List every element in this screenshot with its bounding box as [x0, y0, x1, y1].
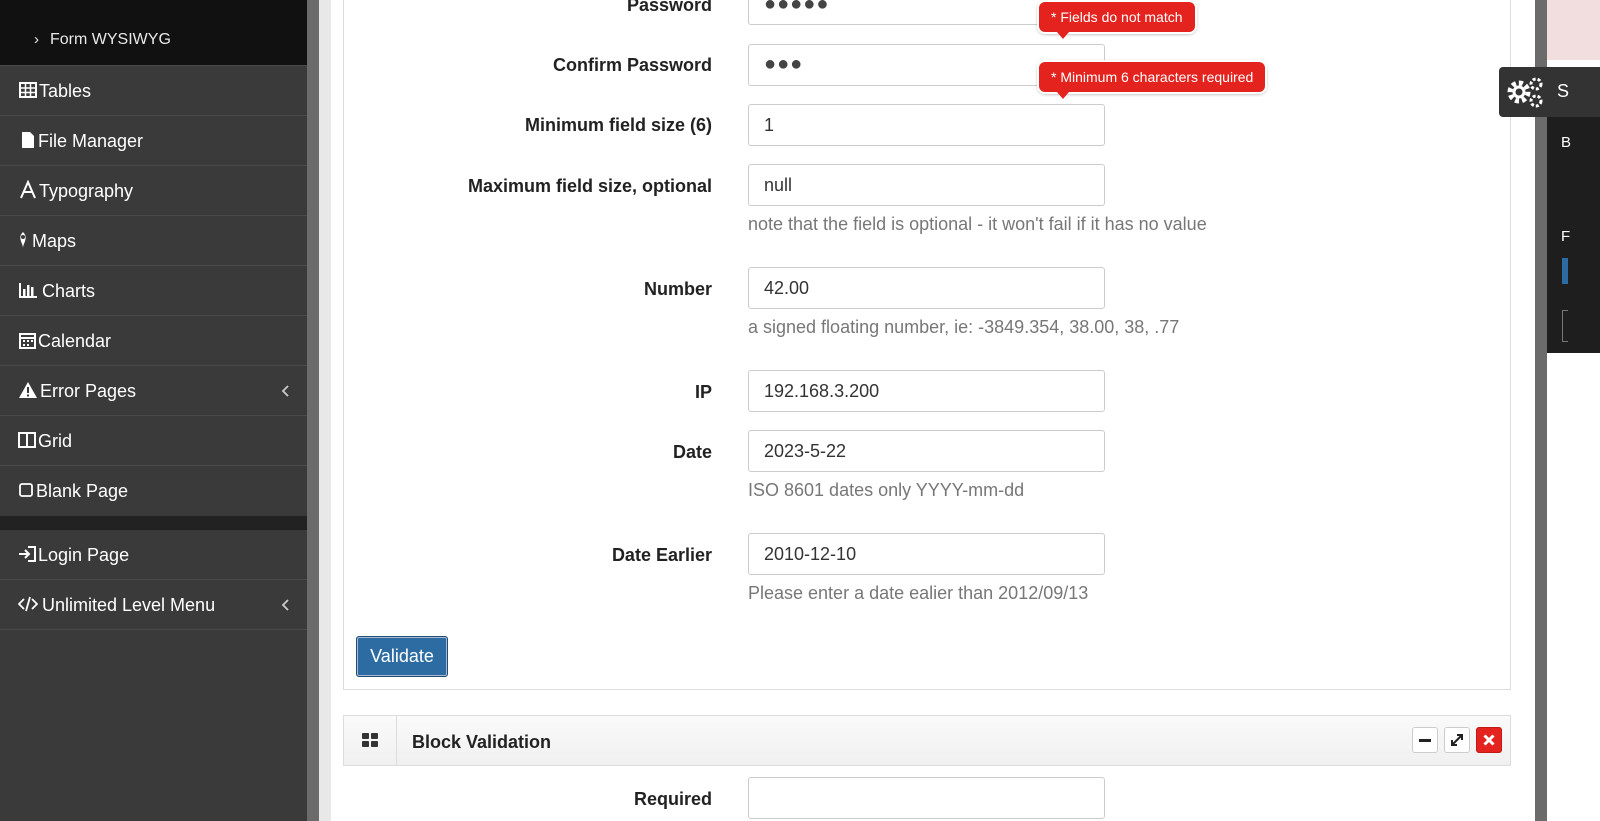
close-button[interactable]: [1476, 727, 1502, 753]
expand-button[interactable]: [1444, 727, 1470, 753]
sidebar-item-label: Typography: [39, 181, 134, 201]
widget-icon-box: [344, 716, 397, 765]
grid-icon: [362, 733, 378, 747]
sidebar-item-login-page[interactable]: Login Page: [0, 530, 307, 580]
sidebar-divider: [0, 516, 307, 530]
layout-gutter: [307, 0, 319, 821]
date-earlier-field[interactable]: [748, 533, 1105, 575]
date-help: ISO 8601 dates only YYYY-mm-dd: [748, 480, 1025, 500]
table-icon: [19, 82, 37, 98]
settings-panel-body: [1547, 117, 1600, 353]
ip-label: IP: [694, 382, 712, 402]
settings-panel-text: B: [1561, 134, 1572, 151]
chevron-right-icon: ›: [34, 31, 39, 48]
chevron-left-icon: [281, 599, 289, 611]
password-label: Password: [626, 0, 712, 15]
required-field[interactable]: [748, 777, 1105, 819]
content-gutter: [319, 0, 331, 821]
sidebar-item-calendar[interactable]: Calendar: [0, 316, 307, 366]
code-icon: [18, 596, 38, 612]
confirm-password-value: ●●●: [764, 53, 804, 75]
minimize-button[interactable]: [1412, 727, 1438, 753]
max-size-field[interactable]: [748, 164, 1105, 206]
gears-icon: [1507, 77, 1543, 108]
error-tooltip-fields-mismatch: * Fields do not match: [1039, 2, 1195, 39]
max-size-label: Maximum field size, optional: [467, 176, 712, 196]
error-message: * Fields do not match: [1051, 9, 1183, 25]
sign-in-icon: [19, 546, 36, 562]
sidebar-item-error-pages[interactable]: Error Pages: [0, 366, 307, 416]
sidebar-item-label: Calendar: [38, 331, 112, 351]
sidebar-item-label: Blank Page: [36, 481, 129, 501]
sidebar-item-typography[interactable]: Typography: [0, 166, 307, 216]
password-value: ●●●●●: [764, 0, 830, 15]
calendar-icon: [19, 333, 36, 349]
sidebar-item-unlimited-level-menu[interactable]: Unlimited Level Menu: [0, 580, 307, 630]
sidebar-item-label: Unlimited Level Menu: [42, 595, 216, 615]
sidebar-submenu: › Form WYSIWYG: [0, 0, 307, 66]
block-validation-title: Block Validation: [412, 732, 552, 752]
number-label: Number: [643, 279, 712, 299]
settings-label: S: [1557, 81, 1570, 101]
sidebar-item-label: Login Page: [38, 545, 130, 565]
number-field[interactable]: [748, 267, 1105, 309]
confirm-password-label: Confirm Password: [552, 55, 712, 75]
max-size-help: note that the field is optional - it won…: [748, 214, 1207, 234]
minus-icon: [1419, 739, 1431, 742]
settings-panel-button[interactable]: [1562, 258, 1568, 284]
sidebar-item-label: Tables: [39, 81, 92, 101]
date-field[interactable]: [748, 430, 1105, 472]
sidebar-item-label: Maps: [32, 231, 77, 251]
error-tooltip-min-chars: * Minimum 6 characters required: [1039, 62, 1266, 99]
sidebar-item-tables[interactable]: Tables: [0, 66, 307, 116]
sidebar: › Form WYSIWYG Tables File Manager Typogr…: [0, 0, 307, 821]
settings-panel-input[interactable]: [1562, 310, 1568, 342]
tooltip-arrow: [1057, 92, 1069, 99]
date-label: Date: [672, 442, 712, 462]
sidebar-item-grid[interactable]: Grid: [0, 416, 307, 466]
settings-panel-text: F: [1561, 228, 1571, 245]
sidebar-item-label: Form WYSIWYG: [50, 31, 171, 48]
main-content: Password ●●●●● Confirm Password ●●● Mini…: [331, 0, 1535, 821]
sidebar-item-label: File Manager: [38, 131, 144, 151]
ip-field[interactable]: [748, 370, 1105, 412]
sidebar-item-file-manager[interactable]: File Manager: [0, 116, 307, 166]
file-icon: [22, 132, 34, 148]
sidebar-item-label: Error Pages: [40, 381, 137, 401]
expand-icon: [1451, 734, 1463, 746]
block-validation-header: Block Validation: [343, 715, 1511, 766]
date-earlier-help: Please enter a date ealier than 2012/09/…: [748, 583, 1089, 603]
settings-toggle[interactable]: S: [1499, 67, 1600, 117]
alert-strip: [1547, 0, 1600, 60]
square-icon: [19, 483, 33, 497]
sidebar-item-label: Charts: [42, 281, 96, 301]
sidebar-item-maps[interactable]: Maps: [0, 216, 307, 266]
sidebar-item-form-wysiwyg[interactable]: › Form WYSIWYG: [34, 31, 171, 49]
min-size-field[interactable]: [748, 104, 1105, 146]
close-icon: [1483, 734, 1495, 746]
validate-button[interactable]: Validate: [356, 636, 448, 677]
date-earlier-label: Date Earlier: [611, 545, 712, 565]
min-size-label: Minimum field size (6): [524, 115, 712, 135]
error-message: * Minimum 6 characters required: [1051, 69, 1254, 85]
tooltip-arrow: [1057, 32, 1069, 39]
number-help: a signed floating number, ie: -3849.354,…: [748, 317, 1180, 337]
warning-icon: [19, 382, 37, 398]
chevron-left-icon: [281, 385, 289, 397]
sidebar-item-blank-page[interactable]: Blank Page: [0, 466, 307, 516]
font-icon: [20, 180, 36, 199]
right-gutter: [1535, 0, 1547, 821]
sidebar-item-charts[interactable]: Charts: [0, 266, 307, 316]
required-label: Required: [633, 789, 712, 809]
sidebar-item-label: Grid: [38, 431, 73, 451]
bar-chart-icon: [19, 283, 37, 298]
columns-icon: [18, 432, 36, 448]
